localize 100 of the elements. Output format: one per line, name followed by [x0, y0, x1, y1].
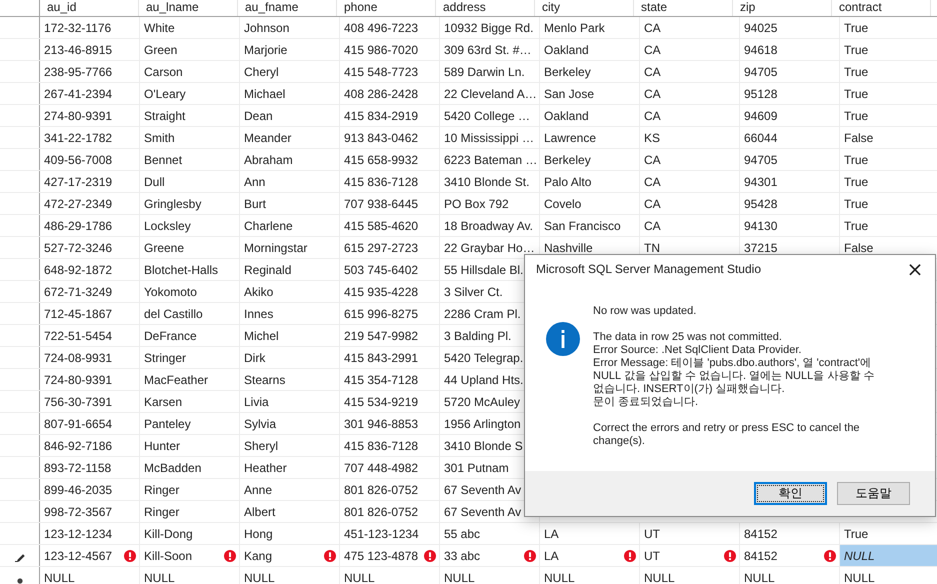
table-cell: 94705	[740, 61, 840, 82]
column-header[interactable]: state	[634, 0, 733, 16]
ok-button[interactable]: 확인	[754, 482, 827, 505]
table-cell: True	[840, 61, 937, 82]
table-cell: Livia	[240, 391, 340, 412]
table-cell: Albert	[240, 501, 340, 522]
table-cell: Johnson	[240, 17, 340, 38]
error-icon	[524, 550, 536, 562]
table-cell: CA	[640, 17, 740, 38]
table-cell: 415 834-2919	[340, 105, 440, 126]
table-cell: True	[840, 39, 937, 60]
table-cell: Locksley	[140, 215, 240, 236]
table-cell: True	[840, 105, 937, 126]
table-cell: 238-95-7766	[40, 61, 140, 82]
table-cell: 998-72-3567	[40, 501, 140, 522]
table-cell: UT	[640, 545, 740, 566]
column-header[interactable]: contract	[832, 0, 931, 16]
table-cell: 415 935-4228	[340, 281, 440, 302]
table-cell: 807-91-6654	[40, 413, 140, 434]
column-header[interactable]: phone	[337, 0, 436, 16]
table-cell: 801 826-0752	[340, 479, 440, 500]
table-cell: Bennet	[140, 149, 240, 170]
table-cell: Blotchet-Halls	[140, 259, 240, 280]
table-cell: San Jose	[540, 83, 640, 104]
table-cell: Dull	[140, 171, 240, 192]
close-button[interactable]: ×	[895, 255, 935, 283]
message-text: The data in row 25 was not committed. Error Source: .Net SqlClient Data Provider. Error Message: 테이블 'pubs.dbo.authors', 열 'contract'에 NULL 값을 삽입할 수 없습니다. 열에는 NULL을 사용할 수 없습니다. INSERT이(가) 실패했습니다. 문이 종료되었습니다.	[593, 331, 876, 409]
table-cell: 893-72-1158	[40, 457, 140, 478]
table-cell: Reginald	[240, 259, 340, 280]
table-cell: Sheryl	[240, 435, 340, 456]
info-icon	[546, 322, 580, 356]
table-cell: Kill-Dong	[140, 523, 240, 544]
table-cell: 22 Cleveland A…	[440, 83, 540, 104]
table-cell: Carson	[140, 61, 240, 82]
table-cell: 301 946-8853	[340, 413, 440, 434]
new-row-icon	[16, 578, 22, 584]
table-cell: Yokomoto	[140, 281, 240, 302]
help-button[interactable]: 도움말	[837, 482, 910, 505]
table-cell: 6223 Bateman …	[440, 149, 540, 170]
table-cell: NULL	[540, 567, 640, 584]
table-cell: 722-51-5454	[40, 325, 140, 346]
table-cell: 672-71-3249	[40, 281, 140, 302]
table-cell: 94618	[740, 39, 840, 60]
table-cell: True	[840, 523, 937, 544]
table-cell: True	[840, 149, 937, 170]
column-header[interactable]: au_lname	[139, 0, 238, 16]
table-cell: 846-92-7186	[40, 435, 140, 456]
table-cell: 309 63rd St. #…	[440, 39, 540, 60]
column-header[interactable]: au_fname	[238, 0, 337, 16]
table-cell: Oakland	[540, 39, 640, 60]
error-icon	[624, 550, 636, 562]
table-cell: 415 548-7723	[340, 61, 440, 82]
table-cell: 84152	[740, 523, 840, 544]
table-cell: 95128	[740, 83, 840, 104]
table-cell: True	[840, 171, 937, 192]
column-header[interactable]: address	[436, 0, 535, 16]
table-cell: 707 938-6445	[340, 193, 440, 214]
table-cell: 724-80-9391	[40, 369, 140, 390]
table-cell: CA	[640, 149, 740, 170]
table-cell: MacFeather	[140, 369, 240, 390]
table-cell: Stearns	[240, 369, 340, 390]
table-cell: 55 abc	[440, 523, 540, 544]
column-header[interactable]: au_id	[40, 0, 139, 16]
table-cell: Marjorie	[240, 39, 340, 60]
message-text: Correct the errors and retry or press ESC to cancel the change(s).	[593, 422, 861, 448]
table-cell: NULL	[340, 567, 440, 584]
table-cell: O'Leary	[140, 83, 240, 104]
table-cell: 409-56-7008	[40, 149, 140, 170]
table-cell: Burt	[240, 193, 340, 214]
table-cell: 451-123-1234	[340, 523, 440, 544]
table-cell: 615 297-2723	[340, 237, 440, 258]
table-cell: False	[840, 127, 937, 148]
table-cell: Akiko	[240, 281, 340, 302]
table-cell: 712-45-1867	[40, 303, 140, 324]
table-cell: San Francisco	[540, 215, 640, 236]
table-cell: 589 Darwin Ln.	[440, 61, 540, 82]
column-header[interactable]: city	[535, 0, 634, 16]
table-cell: 724-08-9931	[40, 347, 140, 368]
table-cell: Berkeley	[540, 61, 640, 82]
table-cell: 756-30-7391	[40, 391, 140, 412]
table-cell: 472-27-2349	[40, 193, 140, 214]
table-cell: NULL	[840, 567, 937, 584]
column-header[interactable]: zip	[733, 0, 832, 16]
table-cell: LA	[540, 523, 640, 544]
table-cell: 415 534-9219	[340, 391, 440, 412]
table-cell: True	[840, 193, 937, 214]
table-cell: Sylvia	[240, 413, 340, 434]
table-cell: CA	[640, 171, 740, 192]
error-icon	[724, 550, 736, 562]
table-cell: 475 123-4878	[340, 545, 440, 566]
table-cell: 3410 Blonde St.	[440, 171, 540, 192]
table-cell: 123-12-1234	[40, 523, 140, 544]
table-cell: 415 354-7128	[340, 369, 440, 390]
table-cell: Charlene	[240, 215, 340, 236]
table-cell: 707 448-4982	[340, 457, 440, 478]
table-cell: 427-17-2319	[40, 171, 140, 192]
table-cell: Hong	[240, 523, 340, 544]
table-cell: 527-72-3246	[40, 237, 140, 258]
table-cell: Michel	[240, 325, 340, 346]
table-cell: Stringer	[140, 347, 240, 368]
